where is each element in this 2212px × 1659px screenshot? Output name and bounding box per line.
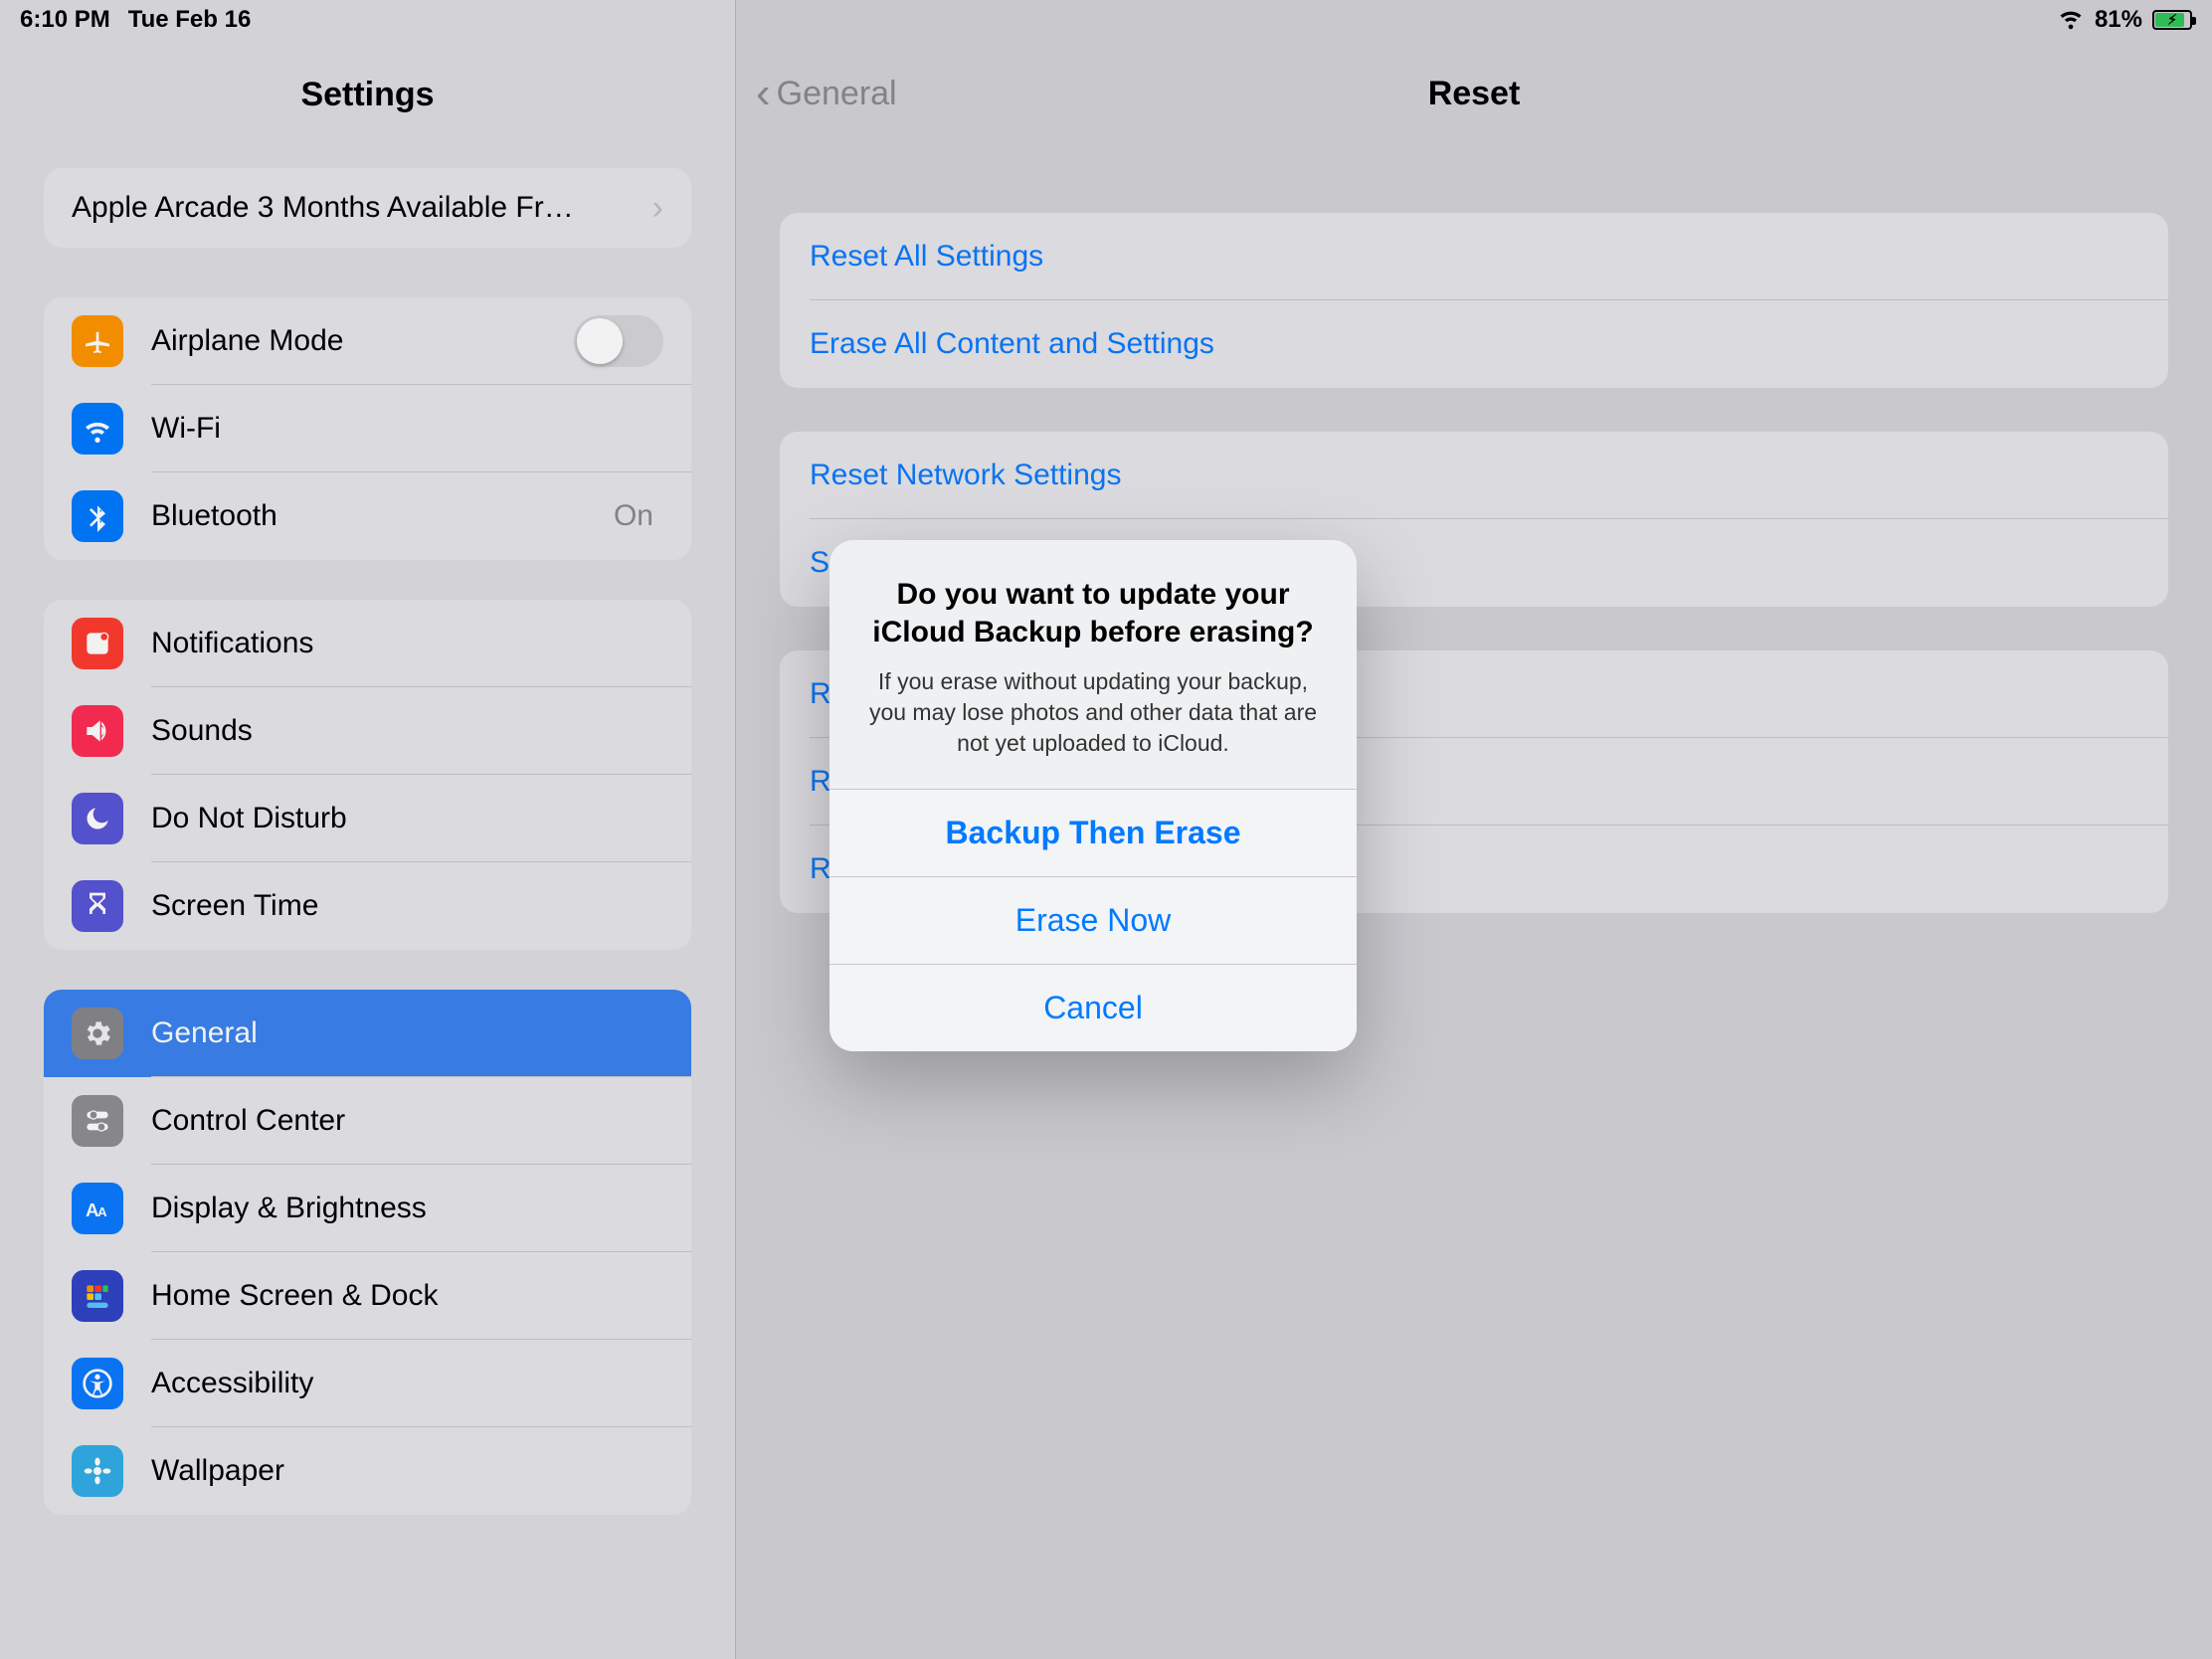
button-label: Erase Now (1015, 902, 1172, 939)
button-label: Cancel (1043, 990, 1143, 1026)
backup-alert: Do you want to update your iCloud Backup… (830, 540, 1357, 1051)
backup-then-erase-button[interactable]: Backup Then Erase (830, 789, 1357, 876)
erase-now-button[interactable]: Erase Now (830, 876, 1357, 964)
button-label: Backup Then Erase (946, 815, 1241, 851)
alert-body: Do you want to update your iCloud Backup… (830, 540, 1357, 789)
alert-title: Do you want to update your iCloud Backup… (863, 576, 1323, 650)
alert-message: If you erase without updating your backu… (863, 666, 1323, 759)
cancel-button[interactable]: Cancel (830, 964, 1357, 1051)
